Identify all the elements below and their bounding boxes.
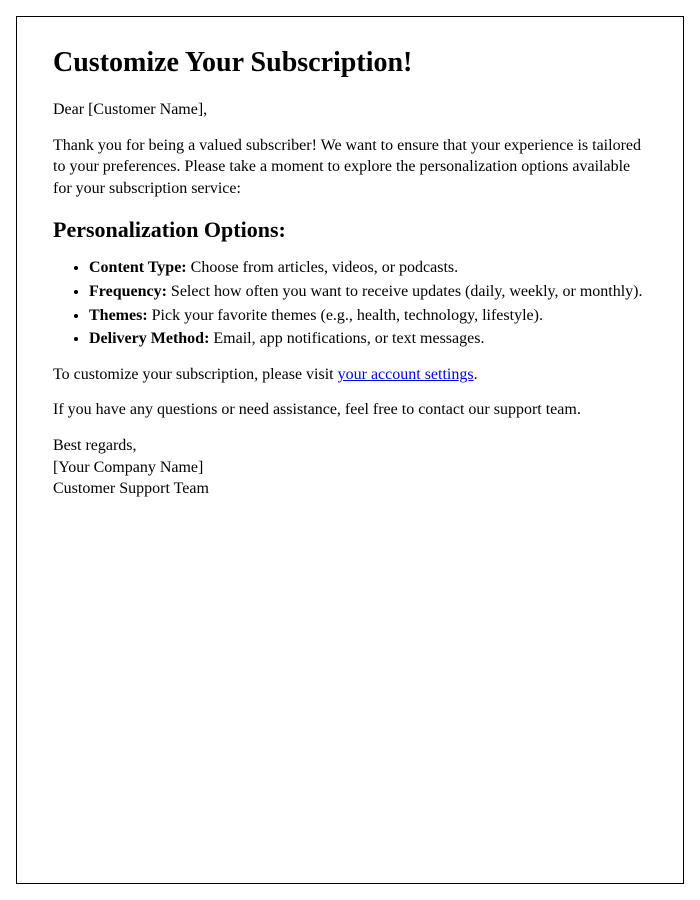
- option-desc: Pick your favorite themes (e.g., health,…: [148, 307, 543, 324]
- support-paragraph: If you have any questions or need assist…: [53, 399, 647, 421]
- option-desc: Select how often you want to receive upd…: [167, 283, 643, 300]
- list-item: Content Type: Choose from articles, vide…: [89, 257, 647, 279]
- greeting-line: Dear [Customer Name],: [53, 99, 647, 121]
- list-item: Frequency: Select how often you want to …: [89, 281, 647, 303]
- list-item: Themes: Pick your favorite themes (e.g.,…: [89, 305, 647, 327]
- signoff-block: Best regards, [Your Company Name] Custom…: [53, 435, 647, 500]
- cta-prefix: To customize your subscription, please v…: [53, 366, 338, 383]
- section-heading: Personalization Options:: [53, 217, 647, 243]
- team-line: Customer Support Team: [53, 478, 647, 500]
- option-label: Delivery Method:: [89, 330, 209, 347]
- option-label: Content Type:: [89, 259, 187, 276]
- document-page: Customize Your Subscription! Dear [Custo…: [16, 16, 684, 884]
- option-label: Themes:: [89, 307, 148, 324]
- intro-paragraph: Thank you for being a valued subscriber!…: [53, 135, 647, 200]
- option-label: Frequency:: [89, 283, 167, 300]
- closing-line: Best regards,: [53, 435, 647, 457]
- cta-paragraph: To customize your subscription, please v…: [53, 364, 647, 386]
- page-title: Customize Your Subscription!: [53, 47, 647, 79]
- list-item: Delivery Method: Email, app notification…: [89, 328, 647, 350]
- options-list: Content Type: Choose from articles, vide…: [89, 257, 647, 349]
- option-desc: Choose from articles, videos, or podcast…: [187, 259, 459, 276]
- account-settings-link[interactable]: your account settings: [338, 366, 474, 383]
- cta-suffix: .: [474, 366, 478, 383]
- option-desc: Email, app notifications, or text messag…: [209, 330, 484, 347]
- company-line: [Your Company Name]: [53, 457, 647, 479]
